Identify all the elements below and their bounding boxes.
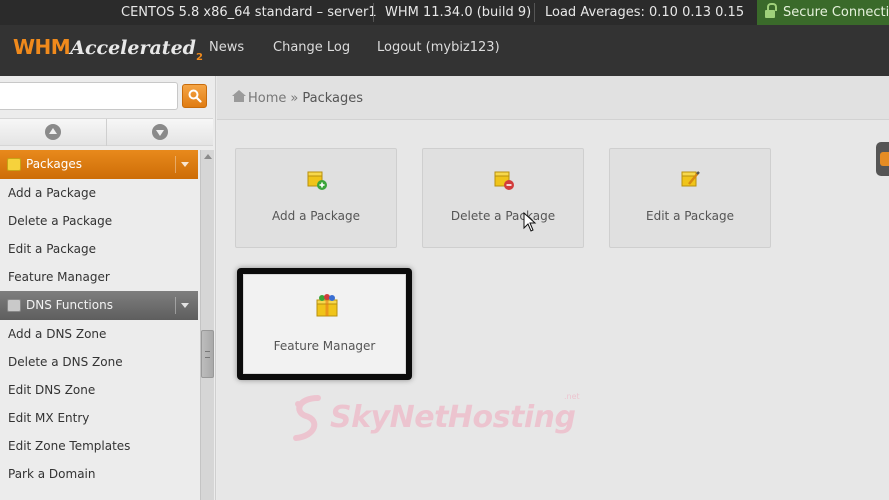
- packages-icon: [7, 158, 21, 171]
- sidebar-item-edit-package[interactable]: Edit a Package: [0, 235, 198, 263]
- category-packages[interactable]: Packages: [0, 150, 198, 179]
- tile-label: Add a Package: [272, 209, 360, 223]
- breadcrumb-home[interactable]: Home: [248, 91, 286, 106]
- header: WHMAccelerated2 News Change Log Logout (…: [0, 25, 889, 76]
- sidebar-item-edit-mx-entry[interactable]: Edit MX Entry: [0, 404, 198, 432]
- logo-whm: WHM: [13, 35, 71, 59]
- search-button[interactable]: [182, 84, 207, 108]
- scroll-up-icon[interactable]: [204, 154, 212, 159]
- logo-accelerated: Accelerated: [70, 37, 196, 59]
- sidebar-item-add-package[interactable]: Add a Package: [0, 179, 198, 207]
- nav-news[interactable]: News: [209, 40, 244, 55]
- mouse-cursor-icon: [523, 212, 537, 232]
- feature-manager-icon: [316, 294, 338, 317]
- arrow-up-icon: [45, 124, 61, 140]
- secure-connection-badge: Secure Connection: [757, 0, 889, 25]
- nav-change-log[interactable]: Change Log: [273, 40, 350, 55]
- logo-version: 2: [195, 52, 203, 63]
- sidebar-search: [0, 82, 208, 110]
- search-icon: [188, 89, 202, 103]
- feature-manager-tile[interactable]: Feature Manager: [243, 274, 406, 374]
- tile-label: Delete a Package: [450, 209, 556, 223]
- status-bar: CENTOS 5.8 x86_64 standard – server1 WHM…: [0, 0, 889, 25]
- divider: [373, 3, 374, 22]
- sidebar-item-feature-manager[interactable]: Feature Manager: [0, 263, 198, 291]
- edit-package-tile[interactable]: Edit a Package: [609, 148, 771, 248]
- menu-collapse-controls: [0, 118, 213, 146]
- sidebar-item-delete-dns-zone[interactable]: Delete a DNS Zone: [0, 348, 198, 376]
- package-delete-icon: [494, 171, 514, 190]
- tile-label: Edit a Package: [646, 209, 734, 223]
- category-label: DNS Functions: [26, 298, 113, 312]
- add-package-tile[interactable]: Add a Package: [235, 148, 397, 248]
- expand-all-button[interactable]: [106, 119, 212, 146]
- watermark-suffix: .net: [564, 392, 580, 401]
- breadcrumb-separator: »: [290, 91, 299, 106]
- collapse-all-button[interactable]: [0, 119, 106, 146]
- system-info: CENTOS 5.8 x86_64 standard – server1: [121, 5, 377, 20]
- category-label: Packages: [26, 157, 82, 171]
- home-icon[interactable]: [232, 90, 246, 102]
- sidebar-menu: Packages Add a Package Delete a Package …: [0, 150, 198, 500]
- sidebar: Packages Add a Package Delete a Package …: [0, 76, 216, 500]
- dns-icon: [7, 299, 21, 312]
- whm-version: WHM 11.34.0 (build 9): [385, 5, 532, 20]
- package-add-icon: [307, 171, 327, 190]
- sidebar-item-add-dns-zone[interactable]: Add a DNS Zone: [0, 320, 198, 348]
- package-edit-icon: [681, 171, 700, 187]
- whm-logo[interactable]: WHMAccelerated2: [13, 35, 203, 65]
- sidebar-item-delete-package[interactable]: Delete a Package: [0, 207, 198, 235]
- arrow-down-icon: [152, 124, 168, 140]
- breadcrumb-current: Packages: [302, 91, 364, 106]
- breadcrumb: Home » Packages: [232, 90, 364, 106]
- chevron-down-icon[interactable]: [175, 156, 192, 173]
- breadcrumb-bar: Home » Packages: [217, 76, 889, 120]
- scrollbar-thumb[interactable]: [201, 330, 214, 378]
- sidebar-item-park-domain[interactable]: Park a Domain: [0, 460, 198, 488]
- feature-manager-highlight: Feature Manager: [237, 268, 412, 380]
- sidebar-scrollbar[interactable]: [200, 150, 214, 500]
- nav-logout[interactable]: Logout (mybiz123): [377, 40, 500, 55]
- search-input[interactable]: [0, 82, 178, 110]
- secure-connection-label: Secure Connection: [783, 5, 889, 20]
- divider: [534, 3, 535, 22]
- watermark-logo-icon: [293, 395, 321, 441]
- load-averages: Load Averages: 0.10 0.13 0.15: [545, 5, 745, 20]
- category-dns-functions[interactable]: DNS Functions: [0, 291, 198, 320]
- side-feedback-tab[interactable]: [876, 142, 889, 176]
- chevron-down-icon[interactable]: [175, 297, 192, 314]
- sidebar-item-edit-zone-templates[interactable]: Edit Zone Templates: [0, 432, 198, 460]
- watermark-text: SkyNetHosting: [330, 400, 576, 435]
- watermark: SkyNetHosting .net: [288, 392, 618, 444]
- delete-package-tile[interactable]: Delete a Package: [422, 148, 584, 248]
- tile-label: Feature Manager: [273, 339, 376, 353]
- sidebar-item-edit-dns-zone[interactable]: Edit DNS Zone: [0, 376, 198, 404]
- lock-icon: [765, 3, 777, 18]
